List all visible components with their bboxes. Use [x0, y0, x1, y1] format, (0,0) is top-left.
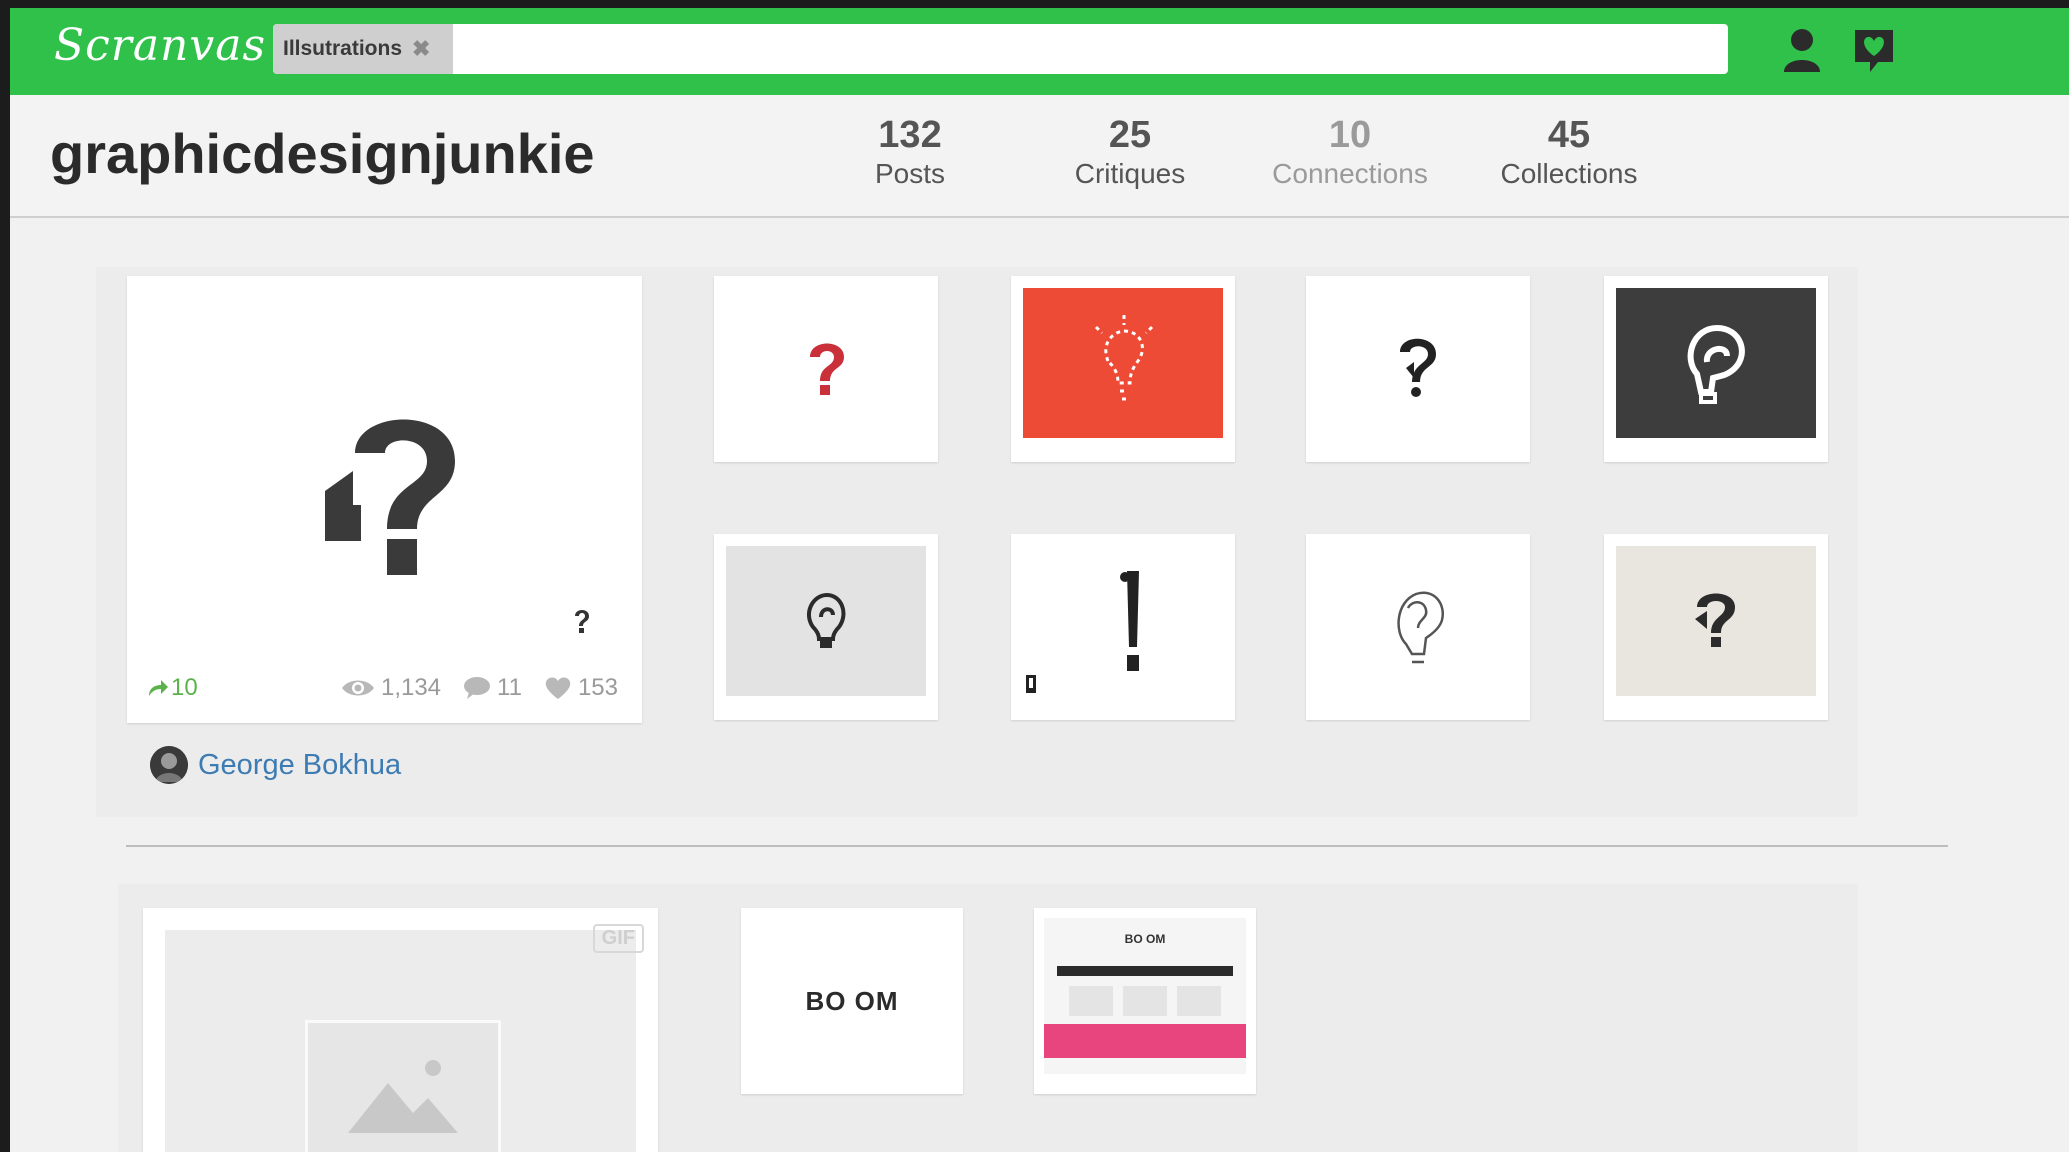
views-count: 1,134 [341, 674, 441, 702]
stat-critiques[interactable]: 25 Critiques [1030, 115, 1230, 193]
user-icon[interactable] [1780, 26, 1824, 74]
author-name: George Bokhua [198, 748, 402, 781]
top-bar: Scranvas Illsutrations ✖ [10, 8, 2069, 95]
search-bar[interactable]: Illsutrations ✖ [273, 24, 1728, 74]
gif-badge: GIF [592, 924, 644, 953]
likes-count[interactable]: 153 [544, 674, 618, 702]
question-head-icon [127, 276, 642, 646]
search-tag-label: Illsutrations [283, 37, 403, 60]
logo[interactable]: Scranvas [54, 20, 266, 71]
post-stats: 10 1,134 11 153 [147, 673, 618, 703]
post-thumbnail[interactable] [1011, 534, 1235, 720]
question-mark-red-icon [714, 276, 938, 462]
author-link[interactable]: George Bokhua [150, 746, 401, 784]
heart-icon [545, 677, 571, 699]
views-value: 1,134 [380, 674, 442, 701]
search-tag: Illsutrations ✖ [273, 24, 453, 74]
stat-value: 132 [878, 114, 942, 156]
stat-value: 25 [1108, 114, 1152, 156]
heart-chat-icon[interactable] [1852, 26, 1896, 74]
featured-post-card[interactable]: 10 1,134 11 153 [127, 276, 642, 723]
preview-grid [1069, 986, 1221, 1016]
likes-value: 153 [577, 674, 618, 701]
small-mark-icon [1025, 674, 1037, 694]
question-mark-paper-icon [1616, 546, 1816, 696]
small-mark-icon [567, 606, 597, 636]
stat-posts[interactable]: 132 Posts [810, 115, 1010, 193]
post-thumbnail[interactable]: BO OM [741, 908, 963, 1094]
head-profile-icon [1306, 534, 1530, 720]
comments-value: 11 [497, 674, 522, 701]
stat-label: Collections [1500, 158, 1638, 189]
repost-count[interactable]: 10 [147, 674, 198, 702]
image-placeholder-icon [305, 1020, 501, 1152]
stat-collections[interactable]: 45 Collections [1469, 115, 1669, 193]
bulb-outline-icon [726, 546, 926, 696]
profile-username: graphicdesignjunkie [50, 122, 595, 185]
stat-label: Posts [874, 158, 946, 189]
app-frame: Scranvas Illsutrations ✖ graphicdesignju… [10, 8, 2069, 1152]
booom-logo-text: BO OM [805, 985, 899, 1016]
post-thumbnail[interactable] [1604, 534, 1828, 720]
repost-value: 10 [171, 674, 198, 701]
preview-footer [1044, 1024, 1246, 1058]
question-bulb-dark-icon [1616, 288, 1816, 438]
post-thumbnail[interactable] [714, 276, 938, 462]
booom-site-preview-icon: BO OM [1044, 918, 1246, 1074]
preview-tile [1069, 986, 1113, 1016]
eye-icon [341, 680, 374, 696]
section-divider [126, 845, 1948, 847]
post-thumbnail[interactable] [1604, 276, 1828, 462]
comment-icon [464, 677, 491, 699]
preview-logo-text: BO OM [1124, 932, 1166, 946]
featured-post-card[interactable]: GIF [143, 908, 658, 1152]
repost-icon [149, 680, 168, 696]
stat-value: 45 [1547, 114, 1591, 156]
avatar [150, 746, 188, 784]
remove-tag-icon[interactable]: ✖ [412, 36, 430, 62]
post-thumbnail[interactable] [1306, 534, 1530, 720]
exclamation-mark-icon [1011, 534, 1235, 720]
post-thumbnail[interactable] [1011, 276, 1235, 462]
stat-label: Connections [1272, 158, 1428, 189]
question-mark-icon [1306, 276, 1530, 462]
post-thumbnail[interactable]: BO OM [1034, 908, 1256, 1094]
post-thumbnail[interactable] [1306, 276, 1530, 462]
lightbulb-question-icon [1023, 288, 1223, 438]
stat-value: 10 [1328, 114, 1372, 156]
post-thumbnail[interactable] [714, 534, 938, 720]
profile-header: graphicdesignjunkie 132 Posts 25 Critiqu… [10, 95, 2069, 218]
stat-label: Critiques [1074, 158, 1186, 189]
booom-logo-icon: BO OM [741, 908, 963, 1094]
image-placeholder [165, 930, 636, 1152]
preview-tile [1177, 986, 1221, 1016]
comments-count[interactable]: 11 [463, 674, 522, 702]
preview-tile [1123, 986, 1167, 1016]
preview-navbar [1057, 966, 1233, 976]
stat-connections[interactable]: 10 Connections [1250, 115, 1450, 193]
